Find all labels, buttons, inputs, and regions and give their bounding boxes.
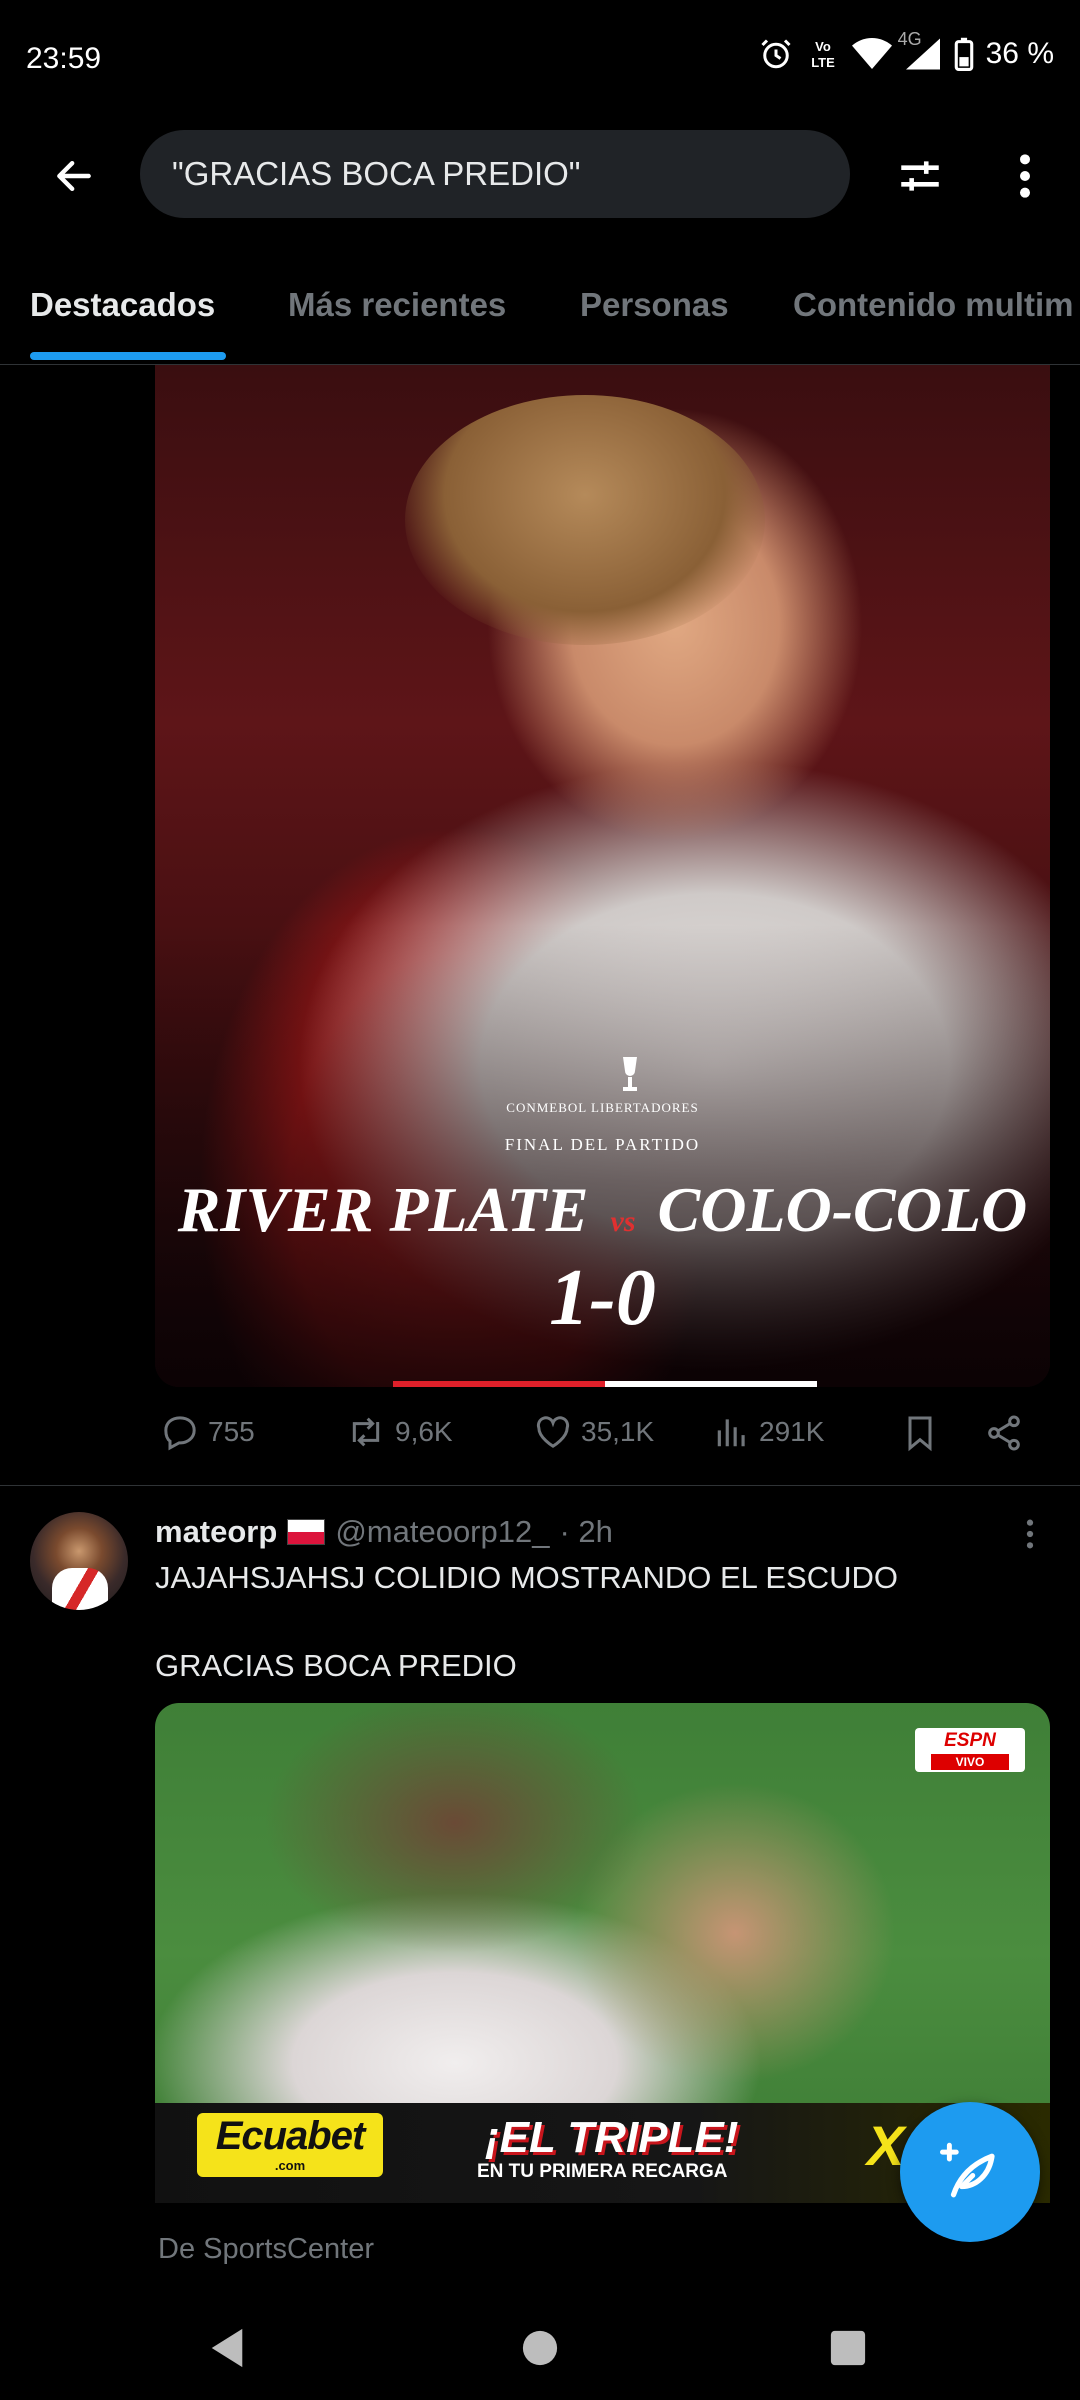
- media-player-figure: [405, 395, 765, 645]
- ecuabet-logo: Ecuabet .com: [197, 2113, 383, 2177]
- square-recents-icon: [829, 2329, 867, 2372]
- author-name[interactable]: mateorp: [155, 1514, 277, 1550]
- ad-brand-name: Ecuabet: [215, 2114, 366, 2158]
- post-media-image[interactable]: CONMEBOL LIBERTADORES FINAL DEL PARTIDO …: [155, 365, 1050, 1387]
- alarm-icon: [758, 36, 794, 72]
- home-team: RIVER PLATE: [177, 1174, 589, 1245]
- carousel-progress-segment: [605, 1381, 817, 1387]
- media-teams: RIVER PLATE vs COLO-COLO: [155, 1173, 1050, 1247]
- search-input[interactable]: "GRACIAS BOCA PREDIO": [140, 130, 850, 218]
- post-text-line: JAJAHSJAHSJ COLIDIO MOSTRANDO EL ESCUDO: [155, 1560, 898, 1595]
- active-tab-indicator: [30, 352, 226, 360]
- bookmark-button[interactable]: [900, 1412, 940, 1454]
- status-time: 23:59: [26, 42, 102, 75]
- share-button[interactable]: [984, 1412, 1024, 1454]
- compose-post-button[interactable]: [900, 2102, 1040, 2242]
- system-navigation-bar: [0, 2280, 1080, 2400]
- more-options-button[interactable]: [995, 148, 1055, 208]
- media-final-label: FINAL DEL PARTIDO: [504, 1135, 701, 1154]
- tab-personas[interactable]: Personas: [580, 286, 729, 324]
- reply-icon: [160, 1412, 200, 1452]
- views-button[interactable]: 291K: [713, 1412, 824, 1452]
- views-chart-icon: [713, 1412, 751, 1452]
- ad-subheadline: EN TU PRIMERA RECARGA: [477, 2161, 728, 2182]
- svg-text:LTE: LTE: [811, 55, 835, 70]
- ad-extra-mark: X: [867, 2114, 905, 2177]
- views-count: 291K: [759, 1416, 825, 1447]
- media-attribution[interactable]: De SportsCenter: [158, 2233, 374, 2266]
- more-vertical-icon: [1025, 1517, 1035, 1556]
- post-author-row: mateorp @mateoorp12_ · 2h: [155, 1512, 613, 1552]
- cellular-signal-icon: 4G: [898, 29, 942, 71]
- vs-label: vs: [610, 1205, 636, 1238]
- battery-icon: [954, 37, 974, 71]
- tab-contenido-multimedia[interactable]: Contenido multim: [793, 286, 1073, 324]
- search-filter-button[interactable]: [890, 148, 950, 208]
- like-button[interactable]: 35,1K: [533, 1412, 654, 1452]
- like-count: 35,1K: [581, 1416, 655, 1447]
- author-handle[interactable]: @mateoorp12_: [335, 1514, 549, 1550]
- compose-feather-icon: [937, 2137, 1003, 2208]
- network-type-label: 4G: [897, 29, 922, 49]
- reply-button[interactable]: 755: [160, 1412, 255, 1452]
- status-icons: Vo LTE 4G 36 %: [758, 29, 1054, 72]
- battery-percent: 36 %: [985, 37, 1054, 70]
- repost-icon: [345, 1412, 387, 1452]
- tab-destacados[interactable]: Destacados: [30, 286, 215, 324]
- post-divider: [0, 1485, 1080, 1486]
- nav-recents-button[interactable]: [808, 2310, 888, 2390]
- poland-flag-icon: [287, 1519, 326, 1545]
- heart-icon: [533, 1412, 573, 1452]
- match-score: 1-0: [549, 1254, 656, 1342]
- bookmark-icon: [900, 1412, 940, 1454]
- avatar[interactable]: [30, 1512, 128, 1610]
- post-text-line: GRACIAS BOCA PREDIO: [155, 1648, 517, 1683]
- volte-icon: Vo LTE: [806, 36, 840, 72]
- back-button[interactable]: [44, 148, 104, 208]
- triangle-back-icon: [207, 2327, 247, 2374]
- search-query-text: "GRACIAS BOCA PREDIO": [172, 155, 581, 192]
- tab-mas-recientes[interactable]: Más recientes: [288, 286, 506, 324]
- search-tabs: Destacados Más recientes Personas Conten…: [0, 258, 1080, 365]
- status-bar: 23:59 Vo LTE 4G 36 %: [0, 0, 1080, 120]
- svg-text:Vo: Vo: [815, 39, 831, 54]
- broadcaster-name: ESPN: [944, 1730, 996, 1751]
- back-arrow-icon: [52, 154, 96, 203]
- live-label: VIVO: [931, 1754, 1009, 1770]
- repost-button[interactable]: 9,6K: [345, 1412, 453, 1452]
- away-team: COLO-COLO: [657, 1174, 1028, 1245]
- share-icon: [984, 1412, 1024, 1454]
- circle-home-icon: [521, 2329, 559, 2372]
- nav-home-button[interactable]: [500, 2310, 580, 2390]
- media-competition-label: CONMEBOL LIBERTADORES: [506, 1100, 699, 1115]
- repost-count: 9,6K: [395, 1416, 453, 1447]
- nav-back-button[interactable]: [187, 2310, 267, 2390]
- filter-sliders-icon: [895, 151, 945, 206]
- more-vertical-icon: [1018, 151, 1032, 206]
- ad-brand-domain: .com: [274, 2158, 306, 2173]
- carousel-progress-segment: [393, 1381, 605, 1387]
- reply-count: 755: [208, 1416, 255, 1447]
- wifi-icon: [851, 37, 892, 71]
- post-more-button[interactable]: [1010, 1516, 1050, 1556]
- espn-logo: ESPN VIVO: [915, 1728, 1025, 1772]
- post-timestamp[interactable]: · 2h: [559, 1514, 612, 1550]
- ad-headline: ¡EL TRIPLE!: [485, 2113, 739, 2162]
